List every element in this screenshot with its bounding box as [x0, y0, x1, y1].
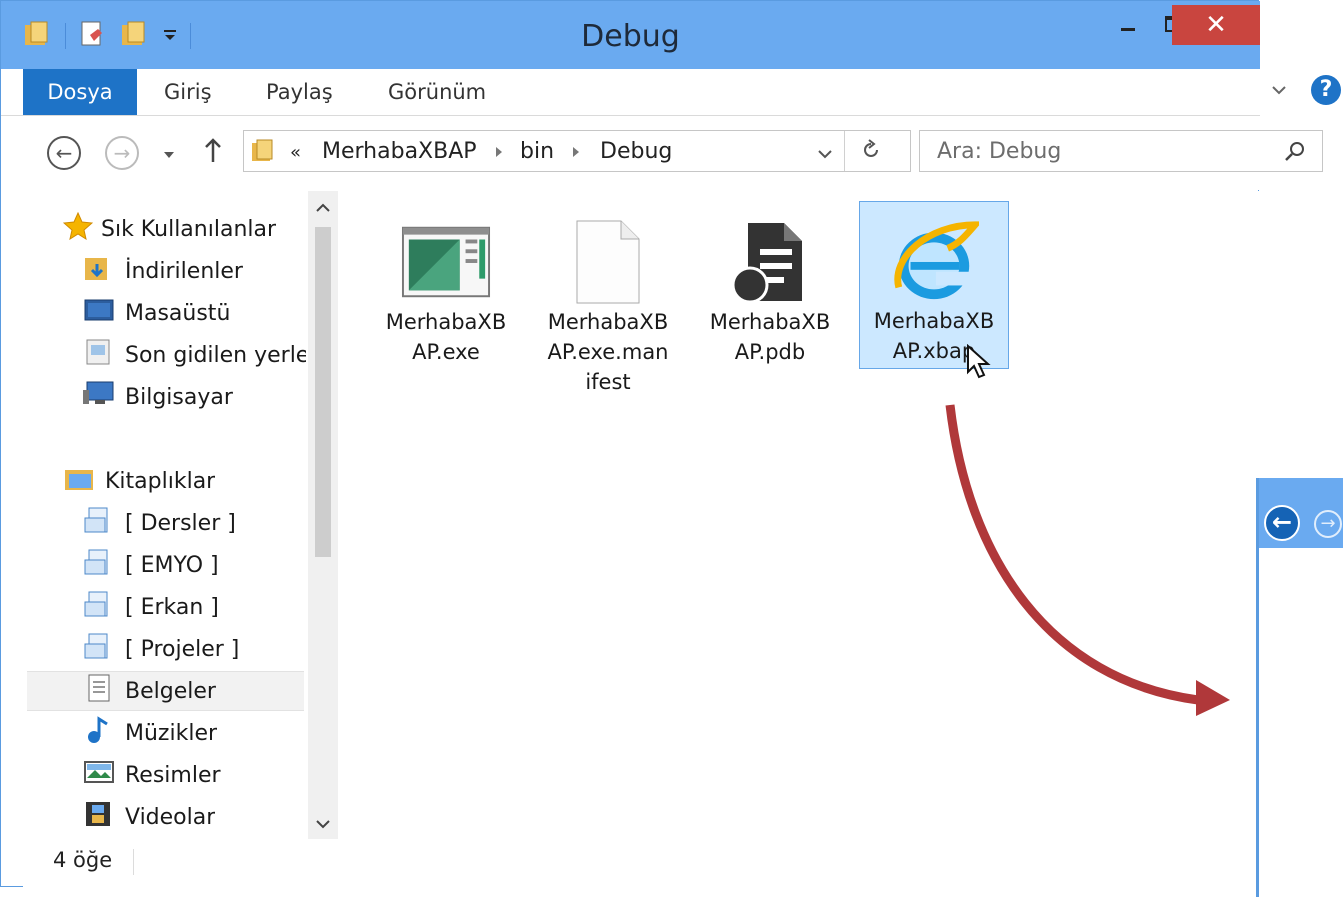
flow-arrow: [945, 404, 1230, 716]
